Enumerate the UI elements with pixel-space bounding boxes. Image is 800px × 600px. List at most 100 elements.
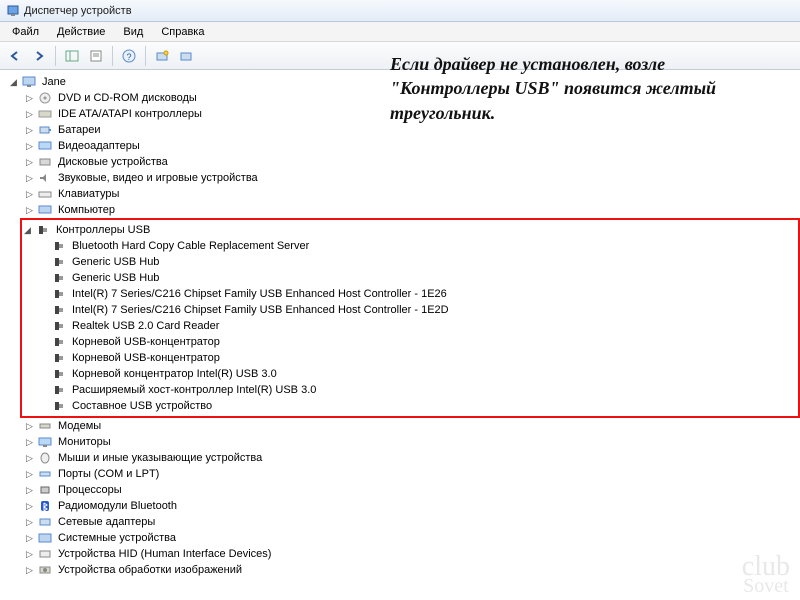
tree-item-ports[interactable]: ▷ Порты (COM и LPT) <box>24 466 800 482</box>
expand-icon[interactable]: ▷ <box>24 205 35 216</box>
expand-icon[interactable]: ▷ <box>24 485 35 496</box>
menu-file[interactable]: Файл <box>4 24 47 40</box>
expand-icon[interactable]: ▷ <box>24 141 35 152</box>
toolbar-extra-button[interactable] <box>175 45 197 67</box>
tree-label: Корневой USB-концентратор <box>70 336 222 348</box>
tree-label: Модемы <box>56 420 103 432</box>
tree-label: Мыши и иные указывающие устройства <box>56 452 264 464</box>
menu-action[interactable]: Действие <box>49 24 113 40</box>
usb-device-icon <box>51 351 67 365</box>
tree-label: Generic USB Hub <box>70 256 161 268</box>
tree-item-usb-device[interactable]: Generic USB Hub <box>38 270 796 286</box>
monitor-icon <box>37 435 53 449</box>
collapse-icon[interactable]: ◢ <box>8 77 19 88</box>
expand-icon[interactable]: ▷ <box>24 125 35 136</box>
window-title: Диспетчер устройств <box>24 5 132 17</box>
expand-icon[interactable]: ▷ <box>24 453 35 464</box>
usb-device-icon <box>51 319 67 333</box>
tree-item-video[interactable]: ▷Видеоадаптеры <box>24 138 800 154</box>
tree-label: Батареи <box>56 124 103 136</box>
expand-icon[interactable]: ▷ <box>24 93 35 104</box>
tree-item-usb-device[interactable]: Intel(R) 7 Series/C216 Chipset Family US… <box>38 286 796 302</box>
scan-hardware-button[interactable] <box>151 45 173 67</box>
expand-icon[interactable]: ▷ <box>24 565 35 576</box>
usb-device-icon <box>51 367 67 381</box>
annotation-text: Если драйвер не установлен, возле "Контр… <box>390 52 770 125</box>
menu-bar: Файл Действие Вид Справка <box>0 22 800 42</box>
tree-item-computer[interactable]: ▷ Компьютер <box>24 202 800 218</box>
tree-content[interactable]: ◢ Jane ▷DVD и CD-ROM дисководы ▷IDE ATA/… <box>0 70 800 600</box>
imaging-icon <box>37 563 53 577</box>
tree-label: Компьютер <box>56 204 117 216</box>
expand-icon[interactable]: ▷ <box>24 189 35 200</box>
back-button[interactable] <box>4 45 26 67</box>
usb-device-icon <box>51 383 67 397</box>
tree-label: Составное USB устройство <box>70 400 214 412</box>
tree-item-hid[interactable]: ▷ Устройства HID (Human Interface Devices… <box>24 546 800 562</box>
tree-label: IDE ATA/ATAPI контроллеры <box>56 108 204 120</box>
expand-icon[interactable]: ▷ <box>24 157 35 168</box>
processor-icon <box>37 483 53 497</box>
sound-icon <box>37 171 53 185</box>
expand-icon[interactable]: ▷ <box>24 501 35 512</box>
tree-item-sound[interactable]: ▷Звуковые, видео и игровые устройства <box>24 170 800 186</box>
tree-label: Устройства HID (Human Interface Devices) <box>56 548 273 560</box>
usb-device-icon <box>51 303 67 317</box>
tree-item-usb-device[interactable]: Составное USB устройство <box>38 398 796 414</box>
tree-label: Сетевые адаптеры <box>56 516 157 528</box>
tree-item-network[interactable]: ▷ Сетевые адаптеры <box>24 514 800 530</box>
svg-text:?: ? <box>126 52 131 62</box>
usb-icon <box>35 223 51 237</box>
ide-icon <box>37 107 53 121</box>
tree-item-system[interactable]: ▷ Системные устройства <box>24 530 800 546</box>
expand-icon[interactable]: ▷ <box>24 533 35 544</box>
expand-icon[interactable]: ▷ <box>24 469 35 480</box>
title-bar: Диспетчер устройств <box>0 0 800 22</box>
tree-item-imaging[interactable]: ▷Устройства обработки изображений <box>24 562 800 578</box>
system-device-icon <box>37 531 53 545</box>
tree-item-usb-device[interactable]: Bluetooth Hard Copy Cable Replacement Se… <box>38 238 796 254</box>
modem-icon <box>37 419 53 433</box>
tree-item-usb-controllers[interactable]: ◢Контроллеры USB <box>22 222 796 238</box>
hid-icon <box>37 547 53 561</box>
tree-item-modems[interactable]: ▷ Модемы <box>24 418 800 434</box>
expand-icon[interactable]: ▷ <box>24 517 35 528</box>
port-icon <box>37 467 53 481</box>
menu-view[interactable]: Вид <box>115 24 151 40</box>
tree-item-usb-device[interactable]: Корневой концентратор Intel(R) USB 3.0 <box>38 366 796 382</box>
toolbar-separator <box>145 46 146 66</box>
tree-label: Intel(R) 7 Series/C216 Chipset Family US… <box>70 288 449 300</box>
properties-button[interactable] <box>85 45 107 67</box>
forward-button[interactable] <box>28 45 50 67</box>
tree-item-cpu[interactable]: ▷Процессоры <box>24 482 800 498</box>
tree-item-usb-device[interactable]: Realtek USB 2.0 Card Reader <box>38 318 796 334</box>
tree-item-keyboard[interactable]: ▷Клавиатуры <box>24 186 800 202</box>
tree-label: Дисковые устройства <box>56 156 170 168</box>
expand-icon[interactable]: ▷ <box>24 437 35 448</box>
collapse-icon[interactable]: ◢ <box>22 225 33 236</box>
tree-item-usb-device[interactable]: Generic USB Hub <box>38 254 796 270</box>
computer-icon <box>37 203 53 217</box>
help-button[interactable]: ? <box>118 45 140 67</box>
tree-item-usb-device[interactable]: Расширяемый хост-контроллер Intel(R) USB… <box>38 382 796 398</box>
app-icon <box>6 4 20 18</box>
tree-item-usb-device[interactable]: Корневой USB-концентратор <box>38 350 796 366</box>
tree-label: DVD и CD-ROM дисководы <box>56 92 199 104</box>
tree-item-disk[interactable]: ▷ Дисковые устройства <box>24 154 800 170</box>
expand-icon[interactable]: ▷ <box>24 173 35 184</box>
menu-help[interactable]: Справка <box>153 24 212 40</box>
tree-label: Системные устройства <box>56 532 178 544</box>
tree-label: Intel(R) 7 Series/C216 Chipset Family US… <box>70 304 451 316</box>
tree-item-mice[interactable]: ▷ Мыши и иные указывающие устройства <box>24 450 800 466</box>
tree-item-usb-device[interactable]: Корневой USB-концентратор <box>38 334 796 350</box>
tree-item-usb-device[interactable]: Intel(R) 7 Series/C216 Chipset Family US… <box>38 302 796 318</box>
tree-label: Порты (COM и LPT) <box>56 468 161 480</box>
usb-device-icon <box>51 271 67 285</box>
tree-item-monitors[interactable]: ▷Мониторы <box>24 434 800 450</box>
expand-icon[interactable]: ▷ <box>24 109 35 120</box>
expand-icon[interactable]: ▷ <box>24 549 35 560</box>
show-hide-tree-button[interactable] <box>61 45 83 67</box>
expand-icon[interactable]: ▷ <box>24 421 35 432</box>
usb-device-icon <box>51 239 67 253</box>
tree-item-bluetooth[interactable]: ▷Радиомодули Bluetooth <box>24 498 800 514</box>
